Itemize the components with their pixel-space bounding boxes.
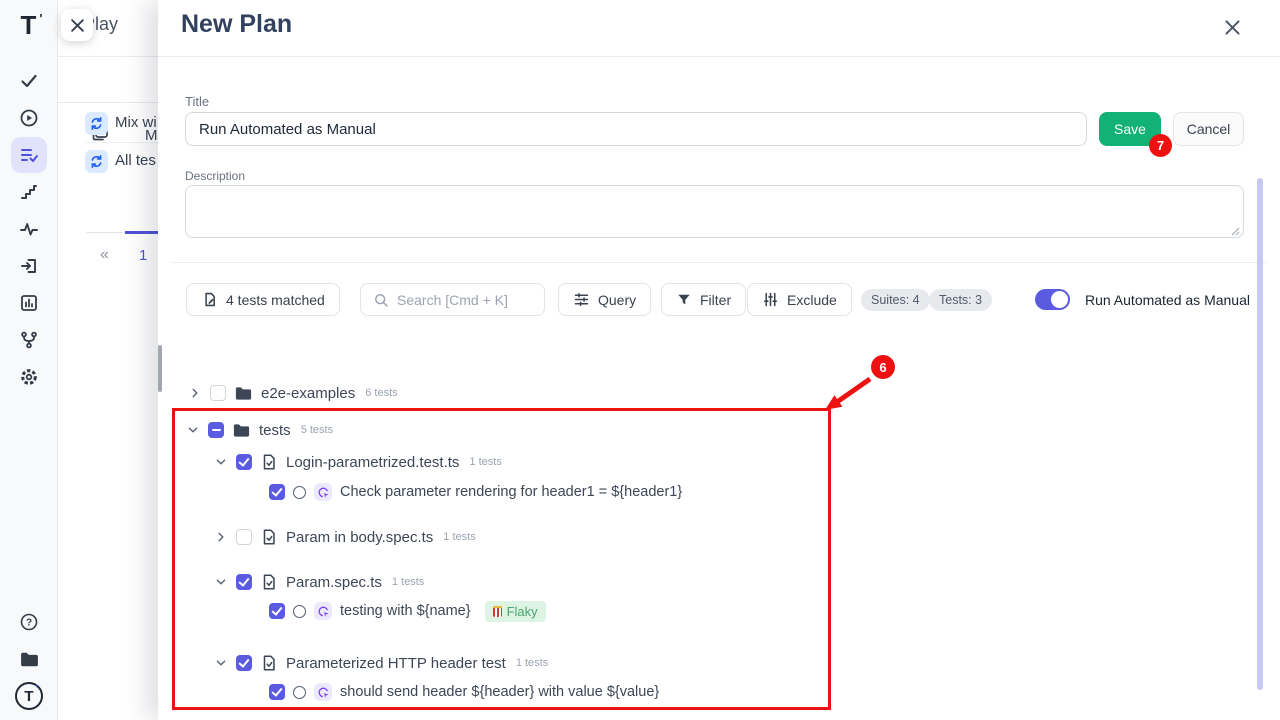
play-circle-icon [19,108,39,128]
chevron-right-icon[interactable] [188,386,202,400]
sidebar-nav [11,63,47,395]
annotation-arrow [815,372,885,420]
resize-handle-icon[interactable] [1230,226,1240,236]
tree-row-label[interactable]: e2e-examples [261,385,355,402]
drawer-close-button[interactable] [61,9,93,41]
background-toolbar: M [58,57,158,103]
close-icon [70,18,85,33]
divider [85,142,158,143]
modal-scrollbar[interactable] [1257,178,1263,690]
help-icon: ? [19,612,39,632]
divider [170,262,1266,263]
sidebar-item-pulse[interactable] [11,211,47,247]
query-label: Query [598,292,636,308]
app-sidebar: T' ? [0,0,58,720]
divider [86,232,125,233]
exclude-button[interactable]: Exclude [747,283,852,316]
sidebar-item-branches[interactable] [11,322,47,358]
sidebar-item-runs[interactable] [11,100,47,136]
title-label: Title [185,94,209,109]
annotation-step-badge: 7 [1149,134,1172,157]
user-avatar[interactable]: T' [15,682,43,710]
exclude-label: Exclude [787,292,837,308]
modal-header [158,0,1280,57]
row-checkbox[interactable] [210,385,226,401]
suites-count-badge: Suites: 4 [861,289,930,311]
page-scrollbar[interactable] [158,345,162,392]
modal-title: New Plan [181,10,292,39]
title-input[interactable] [185,112,1087,146]
tests-count-badge: Tests: 3 [929,289,992,311]
run-automated-toggle-label: Run Automated as Manual [1085,292,1250,308]
annotation-highlight-rect [172,408,831,710]
pagination-prev[interactable]: « [100,246,109,264]
funnel-icon [676,292,692,308]
refresh-icon [85,150,108,173]
description-label: Description [185,169,245,183]
filter-button[interactable]: Filter [661,283,746,316]
git-branch-icon [19,330,39,350]
logo-tick-icon: ' [39,11,42,26]
search-input[interactable] [397,292,527,308]
avatar-tick-icon: ' [35,683,38,695]
tree-row-count: 6 tests [365,387,397,399]
sidebar-item-milestones[interactable] [11,174,47,210]
refresh-icon [85,112,108,135]
tests-matched-label: 4 tests matched [226,292,325,308]
pagination-page-1[interactable]: 1 [139,247,147,264]
description-textarea[interactable] [185,185,1244,238]
brand-logo[interactable]: T' [21,10,37,41]
activity-icon [19,219,39,239]
cancel-button[interactable]: Cancel [1173,112,1244,146]
run-automated-toggle[interactable] [1035,289,1070,310]
background-list-item[interactable]: All tes [115,152,156,169]
svg-text:?: ? [26,618,32,629]
sidebar-item-reports[interactable] [11,285,47,321]
annotation-step-badge: 6 [871,355,895,379]
toggle-knob [1051,291,1068,308]
check-icon [19,71,39,91]
projects-button[interactable] [11,641,47,677]
sidebar-bottom: ? T' [0,604,58,710]
query-button[interactable]: Query [558,283,651,316]
help-button[interactable]: ? [11,604,47,640]
gear-icon [19,367,39,387]
sliders-icon [573,291,590,308]
file-edit-icon [201,291,218,308]
background-list-item[interactable]: Mix wi [115,114,157,131]
filter-label: Filter [700,292,731,308]
sliders-vertical-icon [762,291,779,308]
stairs-icon [19,182,39,202]
sidebar-item-settings[interactable] [11,359,47,395]
box-arrow-in-icon [19,256,39,276]
active-page-indicator [125,231,158,234]
list-check-icon [19,145,39,165]
sidebar-item-import[interactable] [11,248,47,284]
modal-close-button[interactable] [1221,16,1243,38]
folder-icon [19,649,40,670]
close-icon [1224,19,1241,36]
sidebar-item-plans[interactable] [11,137,47,173]
tree-row-folder: e2e-examples 6 tests [188,382,398,404]
bar-chart-icon [19,293,39,313]
background-page: Play M Mix wi All tes « 1 [58,0,158,720]
folder-icon [234,384,253,403]
search-box[interactable] [360,283,545,316]
sidebar-item-tests[interactable] [11,63,47,99]
tests-matched-button[interactable]: 4 tests matched [186,283,340,316]
search-icon [373,292,389,308]
